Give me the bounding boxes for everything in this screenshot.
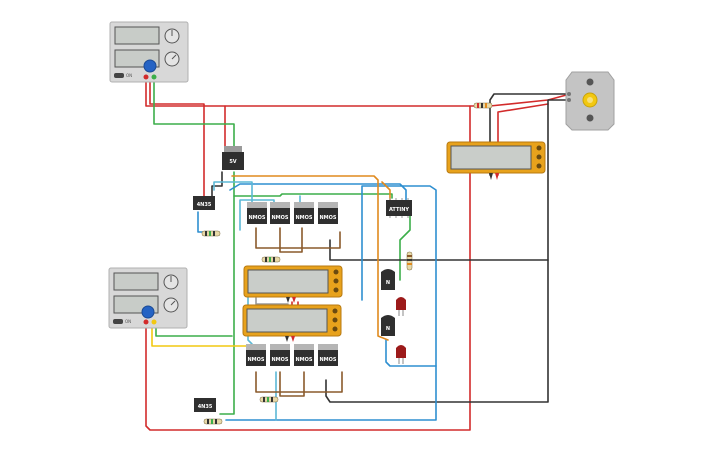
wire-black-motor[interactable]	[329, 99, 571, 261]
multimeter-port[interactable]	[333, 278, 339, 284]
multimeter-display	[450, 145, 532, 170]
psu-terminal-positive[interactable]	[143, 319, 149, 325]
psu-power-toggle[interactable]	[113, 319, 123, 324]
mosfet[interactable]: NMOS	[270, 202, 290, 224]
multimeter-port[interactable]	[536, 145, 542, 151]
mosfet[interactable]: NMOS	[246, 344, 266, 366]
optocoupler-label: 4N35	[198, 404, 213, 410]
multimeter-middle-1[interactable]	[243, 265, 343, 303]
motor-mount-hole	[586, 78, 594, 86]
probe-black[interactable]	[286, 297, 290, 303]
mosfet-row-top: NMOS NMOS NMOS NMOS	[247, 202, 338, 224]
led-top[interactable]	[396, 297, 406, 316]
wire-red-psu-to-opto[interactable]	[149, 79, 205, 197]
wire-black-bottom[interactable]	[325, 259, 549, 403]
multimeter-port[interactable]	[536, 154, 542, 160]
multimeter-port[interactable]	[332, 326, 338, 332]
transistor-top[interactable]: N	[381, 269, 395, 290]
voltage-regulator[interactable]: 5V	[222, 146, 244, 170]
mosfet[interactable]: NMOS	[247, 202, 267, 224]
mosfet-label: NMOS	[319, 215, 336, 221]
mosfet-label: NMOS	[247, 357, 264, 363]
resistor-opto-top[interactable]	[201, 230, 221, 237]
wire-green-rail[interactable]	[219, 171, 235, 415]
attiny-chip[interactable]: ATTINY	[386, 198, 412, 218]
multimeter-middle-2[interactable]	[242, 304, 342, 342]
multimeter-port[interactable]	[536, 163, 542, 169]
wire-blue-opto-top[interactable]	[197, 211, 205, 233]
multimeter-display	[246, 308, 328, 333]
probe-red[interactable]	[495, 173, 499, 180]
regulator-label: 5V	[229, 159, 236, 165]
multimeter-port[interactable]	[332, 308, 338, 314]
mosfet[interactable]: NMOS	[318, 202, 338, 224]
wire-green-psu[interactable]	[153, 79, 235, 147]
power-supply-top[interactable]: ON	[109, 21, 189, 83]
psu-toggle-label: ON	[125, 319, 131, 324]
multimeter-top-right[interactable]	[446, 141, 546, 180]
psu-terminal-knob[interactable]	[143, 59, 157, 73]
mosfet-label: NMOS	[319, 357, 336, 363]
wire-green-mcu[interactable]	[233, 193, 393, 199]
optocoupler-bottom[interactable]: 4N35	[194, 398, 216, 412]
mcu-label: ATTINY	[389, 207, 409, 213]
mosfet[interactable]: NMOS	[294, 202, 314, 224]
multimeter-port[interactable]	[332, 317, 338, 323]
psu-toggle-label: ON	[126, 73, 132, 78]
dc-motor[interactable]	[565, 71, 615, 131]
wire-brown-top[interactable]	[255, 227, 341, 249]
resistor-mosfet-top[interactable]	[261, 256, 281, 263]
optocoupler-label: 4N35	[197, 202, 212, 208]
mosfet-label: NMOS	[271, 357, 288, 363]
motor-terminal[interactable]	[567, 92, 571, 96]
wire-brown-bot[interactable]	[255, 371, 343, 393]
multimeter-display	[247, 269, 329, 294]
wire-red-top-rail[interactable]	[145, 79, 471, 431]
mosfet[interactable]: NMOS	[270, 344, 290, 366]
wire-blue-bottom[interactable]	[225, 365, 437, 421]
psu-terminal-positive[interactable]	[143, 74, 149, 80]
circuit-canvas: ON ON 5V 4N35 4N35 NMOS NMOS NMOS NMOS N…	[108, 21, 615, 431]
optocoupler-top[interactable]: 4N35	[193, 196, 215, 210]
led-bottom[interactable]	[396, 345, 406, 364]
multimeter-port[interactable]	[333, 287, 339, 293]
mosfet-row-bottom: NMOS NMOS NMOS NMOS	[246, 344, 338, 366]
mosfet[interactable]: NMOS	[318, 344, 338, 366]
mosfet-label: NMOS	[295, 357, 312, 363]
probe-black[interactable]	[285, 336, 289, 342]
probe-red[interactable]	[291, 336, 295, 342]
transistor-bottom[interactable]: N	[381, 315, 395, 336]
resistor-mosfet-bottom[interactable]	[259, 396, 279, 403]
multimeter-port[interactable]	[333, 269, 339, 275]
psu-power-toggle[interactable]	[114, 73, 124, 78]
psu-terminal-negative[interactable]	[151, 74, 157, 80]
psu-display-voltage	[113, 272, 159, 291]
motor-terminal[interactable]	[567, 98, 571, 102]
mosfet[interactable]: NMOS	[294, 344, 314, 366]
wire-gray-meter[interactable]	[255, 297, 289, 305]
resistor-transistor[interactable]	[406, 251, 413, 271]
motor-mount-hole	[586, 114, 594, 122]
power-supply-bottom[interactable]: ON	[108, 267, 188, 329]
resistor-motor[interactable]	[473, 102, 493, 109]
wires	[145, 79, 571, 431]
probe-black[interactable]	[489, 173, 493, 180]
mosfet-label: NMOS	[248, 215, 265, 221]
psu-display-voltage	[114, 26, 160, 45]
mosfet-label: NMOS	[271, 215, 288, 221]
transistor-label: N	[386, 326, 390, 332]
mosfet-label: NMOS	[295, 215, 312, 221]
psu-terminal-negative[interactable]	[151, 319, 157, 325]
transistor-label: N	[386, 280, 390, 286]
resistor-opto-bottom[interactable]	[203, 418, 223, 425]
psu-terminal-knob[interactable]	[141, 305, 155, 319]
